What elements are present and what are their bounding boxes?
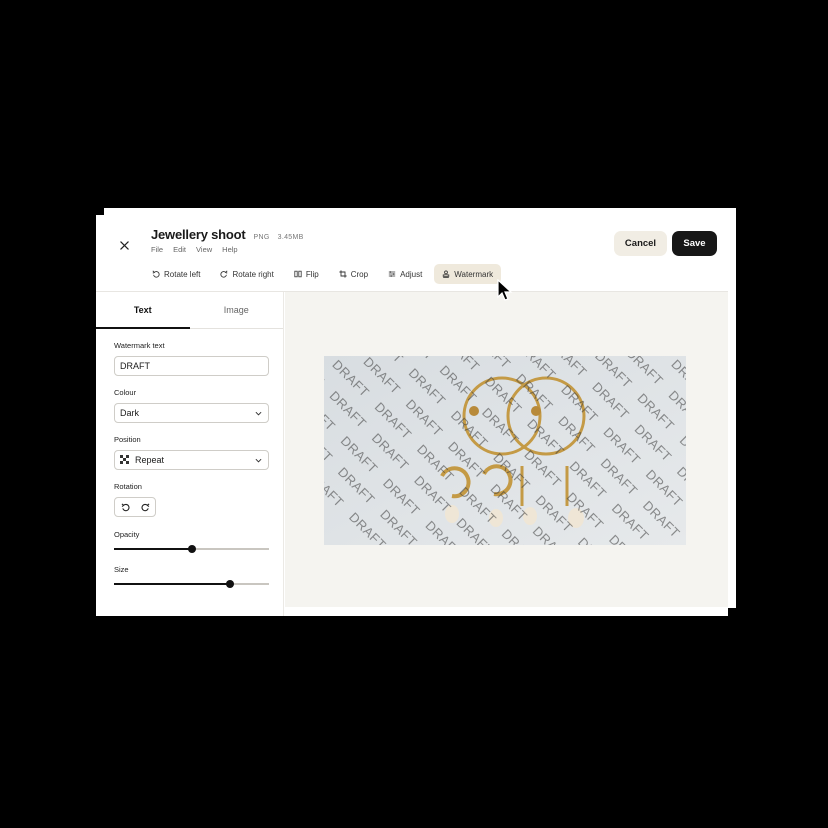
repeat-pattern-icon xyxy=(120,455,129,464)
file-title: Jewellery shoot xyxy=(151,227,246,242)
opacity-slider[interactable] xyxy=(114,545,269,553)
rotate-left-label: Rotate left xyxy=(164,269,201,279)
rotate-right-button[interactable]: Rotate right xyxy=(212,264,281,284)
menu-file[interactable]: File xyxy=(151,245,163,254)
rotate-left-icon xyxy=(152,270,160,278)
watermark-text-value: DRAFT xyxy=(120,361,150,371)
position-value: Repeat xyxy=(135,455,165,465)
image-canvas: DRAFT DRAFT DRAFT DRAFT DRAFT DRAFT DRAFT DRAFT… xyxy=(285,292,728,607)
watermark-overlay: DRAFT DRAFT DRAFT DRAFT DRAFT DRAFT DRAFT DRAFT… xyxy=(324,356,686,545)
file-size: 3.45MB xyxy=(277,234,304,241)
watermark-text-input[interactable]: DRAFT xyxy=(114,356,269,376)
watermark-label: Watermark xyxy=(454,269,494,279)
slider-thumb[interactable] xyxy=(226,580,235,588)
file-format: PNG xyxy=(253,234,270,241)
save-button[interactable]: Save xyxy=(672,231,717,256)
size-label: Size xyxy=(114,565,129,574)
chevron-down-icon xyxy=(255,458,262,463)
close-button[interactable] xyxy=(114,235,134,255)
rotate-cw-icon xyxy=(141,502,149,511)
rotate-cw-button[interactable] xyxy=(135,498,155,516)
slider-fill xyxy=(114,548,192,550)
jewellery-photo: DRAFT DRAFT DRAFT DRAFT DRAFT DRAFT DRAFT DRAFT… xyxy=(324,356,686,545)
rotate-ccw-icon xyxy=(121,502,129,511)
crop-button[interactable]: Crop xyxy=(331,264,376,284)
chevron-down-icon xyxy=(255,411,262,416)
rotation-label: Rotation xyxy=(114,482,142,491)
rotate-right-label: Rotate right xyxy=(232,269,274,279)
flip-icon xyxy=(294,270,302,278)
title-row: Jewellery shoot PNG 3.45MB xyxy=(151,227,304,242)
slider-fill xyxy=(114,583,231,585)
rotate-left-button[interactable]: Rotate left xyxy=(144,264,208,284)
edit-toolbar: Rotate left Rotate right Flip Crop Adjus… xyxy=(144,264,502,284)
menu-edit[interactable]: Edit xyxy=(173,245,186,254)
adjust-label: Adjust xyxy=(400,269,423,279)
editor-window: Jewellery shoot PNG 3.45MB File Edit Vie… xyxy=(96,215,728,616)
rotate-ccw-button[interactable] xyxy=(115,498,135,516)
position-label: Position xyxy=(114,435,141,444)
adjust-icon xyxy=(388,271,396,277)
crop-icon xyxy=(339,270,347,278)
colour-label: Colour xyxy=(114,388,137,397)
size-slider[interactable] xyxy=(114,580,269,588)
rotation-controls xyxy=(114,497,156,517)
colour-select[interactable]: Dark xyxy=(114,403,269,423)
mouse-cursor-icon xyxy=(497,279,513,301)
flip-button[interactable]: Flip xyxy=(286,264,327,284)
stamp-icon xyxy=(443,270,450,278)
position-select[interactable]: Repeat xyxy=(114,450,269,470)
tab-text[interactable]: Text xyxy=(96,292,190,329)
watermark-panel: Text Image Watermark text DRAFT Colour D… xyxy=(96,292,284,616)
watermark-text: DRAFT xyxy=(324,356,330,364)
watermark-text: DRAFT xyxy=(676,540,686,545)
menu-help[interactable]: Help xyxy=(222,245,237,254)
crop-label: Crop xyxy=(350,269,369,279)
rotate-right-icon xyxy=(220,270,228,278)
slider-thumb[interactable] xyxy=(187,545,196,553)
opacity-label: Opacity xyxy=(114,530,140,539)
adjust-button[interactable]: Adjust xyxy=(380,264,430,284)
watermark-button[interactable]: Watermark xyxy=(434,264,502,284)
panel-tabs: Text Image xyxy=(96,292,283,329)
colour-value: Dark xyxy=(120,408,140,418)
watermark-text-label: Watermark text xyxy=(114,341,165,350)
close-icon xyxy=(119,240,129,250)
cancel-button[interactable]: Cancel xyxy=(614,231,667,256)
menu-bar: File Edit View Help xyxy=(151,245,238,254)
flip-label: Flip xyxy=(305,269,319,279)
tab-image[interactable]: Image xyxy=(190,292,284,328)
menu-view[interactable]: View xyxy=(196,245,212,254)
